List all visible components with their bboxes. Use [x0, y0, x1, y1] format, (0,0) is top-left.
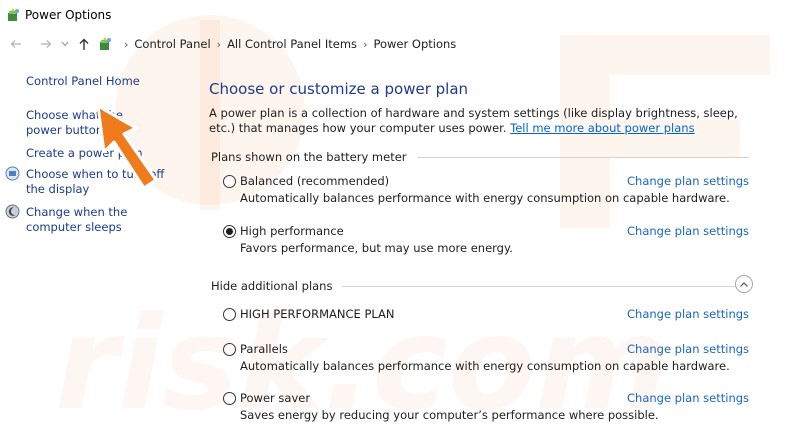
plan-description: Automatically balances performance with … [240, 191, 730, 205]
tell-me-more-link[interactable]: Tell me more about power plans [510, 121, 694, 135]
divider [416, 156, 749, 158]
plan-name[interactable]: Power saver [240, 391, 310, 405]
change-plan-settings-link[interactable]: Change plan settings [627, 342, 749, 356]
radio-dot [226, 227, 233, 235]
recent-locations-button[interactable] [60, 36, 70, 52]
plan-description: Automatically balances performance with … [240, 359, 730, 373]
computer-sleeps-link[interactable]: Change when the computer sleeps [26, 205, 186, 235]
plan-name[interactable]: Parallels [240, 342, 288, 356]
create-power-plan-link[interactable]: Create a power plan [26, 146, 186, 161]
group-label[interactable]: Hide additional plans [211, 279, 332, 293]
plan-item: High performance Change plan settings Fa… [223, 224, 753, 255]
collapse-button[interactable] [735, 275, 753, 293]
address-bar: › Control Panel › All Control Panel Item… [0, 32, 790, 56]
plan-name[interactable]: Balanced (recommended) [240, 174, 389, 188]
plan-radio-selected[interactable] [223, 224, 236, 238]
forward-button[interactable] [38, 36, 54, 52]
change-plan-settings-link[interactable]: Change plan settings [627, 307, 749, 321]
turn-off-display-link[interactable]: Choose when to turn off the display [26, 167, 186, 197]
arrow-up-icon [79, 38, 89, 50]
chevron-down-icon [61, 41, 69, 47]
plan-radio[interactable] [223, 342, 236, 356]
power-options-icon [8, 8, 19, 21]
power-buttons-link[interactable]: Choose what the power buttons do [26, 108, 156, 138]
plan-radio[interactable] [223, 391, 236, 405]
display-power-icon [5, 166, 20, 181]
plan-item: Parallels Change plan settings Automatic… [223, 342, 753, 373]
control-panel-home-link[interactable]: Control Panel Home [26, 74, 186, 89]
up-button[interactable] [76, 36, 92, 52]
change-plan-settings-link[interactable]: Change plan settings [627, 224, 749, 238]
additional-plans-group-header: Hide additional plans [211, 279, 749, 293]
group-label: Plans shown on the battery meter [211, 150, 407, 164]
power-options-icon [100, 37, 111, 50]
page-description: A power plan is a collection of hardware… [209, 106, 749, 136]
breadcrumb-separator-icon[interactable]: › [217, 38, 221, 51]
battery-meter-group-header: Plans shown on the battery meter [211, 150, 749, 164]
plan-name[interactable]: HIGH PERFORMANCE PLAN [240, 307, 395, 321]
breadcrumb-separator-icon[interactable]: › [363, 38, 367, 51]
plan-item: Power saver Change plan settings Saves e… [223, 391, 753, 422]
plan-item: Balanced (recommended) Change plan setti… [223, 174, 753, 205]
breadcrumb-power-options[interactable]: Power Options [373, 37, 456, 51]
page-title: Choose or customize a power plan [209, 80, 469, 98]
plan-item: HIGH PERFORMANCE PLAN Change plan settin… [223, 307, 753, 321]
plan-description: Favors performance, but may use more ene… [240, 241, 513, 255]
plan-name[interactable]: High performance [240, 224, 344, 238]
back-button[interactable] [8, 36, 24, 52]
plan-radio[interactable] [223, 307, 236, 321]
change-plan-settings-link[interactable]: Change plan settings [627, 174, 749, 188]
plan-radio[interactable] [223, 174, 236, 188]
divider [342, 285, 749, 287]
breadcrumb-control-panel[interactable]: Control Panel [134, 37, 210, 51]
sleep-moon-icon [5, 204, 20, 219]
arrow-right-icon [41, 40, 52, 48]
breadcrumb-all-items[interactable]: All Control Panel Items [227, 37, 357, 51]
arrow-left-icon [10, 40, 21, 48]
window-title: Power Options [25, 8, 112, 22]
change-plan-settings-link[interactable]: Change plan settings [627, 391, 749, 405]
plan-description: Saves energy by reducing your computer’s… [240, 408, 659, 422]
title-bar: Power Options [0, 0, 790, 30]
address-box[interactable]: › Control Panel › All Control Panel Item… [98, 33, 738, 55]
breadcrumb-separator-icon[interactable]: › [124, 38, 128, 51]
chevron-up-icon [740, 281, 748, 287]
